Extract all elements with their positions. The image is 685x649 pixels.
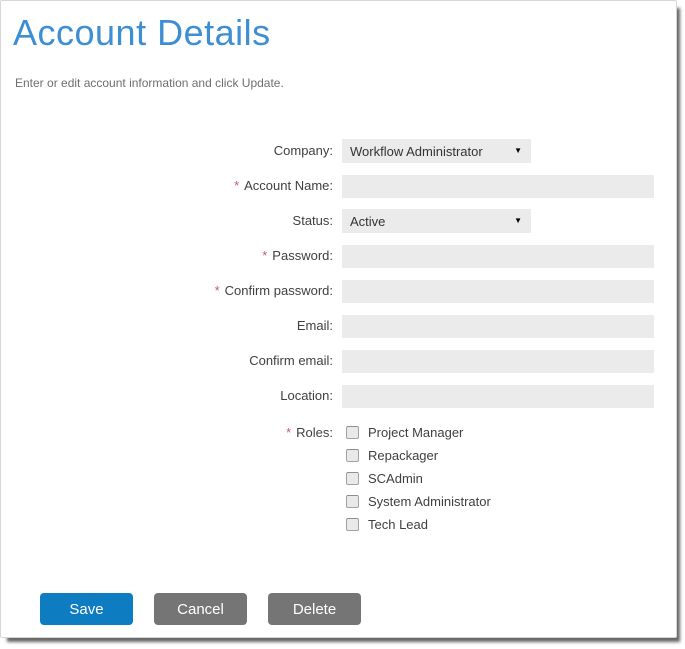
- form-row-status: *Status: Active ▼: [1, 209, 676, 233]
- account-name-label: *Account Name:: [1, 174, 333, 198]
- page-title: Account Details: [13, 11, 676, 54]
- account-form: *Company: Workflow Administrator ▼ *Acco…: [1, 139, 676, 625]
- role-checkbox-tech-lead[interactable]: [346, 518, 359, 531]
- account-details-panel: Account Details Enter or edit account in…: [0, 0, 677, 638]
- cancel-button[interactable]: Cancel: [154, 593, 247, 625]
- button-row: Save Cancel Delete: [40, 593, 676, 625]
- form-row-location: *Location:: [1, 384, 676, 408]
- role-checkbox-repackager[interactable]: [346, 449, 359, 462]
- roles-checkbox-group: Project Manager Repackager SCAdmin Syste…: [342, 421, 491, 539]
- role-checkbox-system-administrator[interactable]: [346, 495, 359, 508]
- email-input[interactable]: [342, 315, 654, 338]
- role-checkbox-scadmin[interactable]: [346, 472, 359, 485]
- form-row-roles: *Roles: Project Manager Repackager SCAdm…: [1, 421, 676, 539]
- confirm-email-input[interactable]: [342, 350, 654, 373]
- page-subtitle: Enter or edit account information and cl…: [15, 76, 676, 91]
- roles-label: *Roles:: [1, 421, 333, 441]
- role-option-tech-lead: Tech Lead: [346, 516, 491, 533]
- status-label: *Status:: [1, 209, 333, 233]
- location-input[interactable]: [342, 385, 654, 408]
- form-row-account-name: *Account Name:: [1, 174, 676, 198]
- role-option-scadmin: SCAdmin: [346, 470, 491, 487]
- account-name-input[interactable]: [342, 175, 654, 198]
- role-option-repackager: Repackager: [346, 447, 491, 464]
- form-row-password: *Password:: [1, 244, 676, 268]
- role-option-system-administrator: System Administrator: [346, 493, 491, 510]
- confirm-password-input[interactable]: [342, 280, 654, 303]
- company-select-value: Workflow Administrator: [350, 144, 483, 159]
- required-marker: *: [262, 248, 267, 263]
- save-button[interactable]: Save: [40, 593, 133, 625]
- form-row-confirm-password: *Confirm password:: [1, 279, 676, 303]
- password-input[interactable]: [342, 245, 654, 268]
- dropdown-arrow-icon: ▼: [514, 217, 522, 225]
- email-label: *Email:: [1, 314, 333, 338]
- form-row-company: *Company: Workflow Administrator ▼: [1, 139, 676, 163]
- required-marker: *: [234, 178, 239, 193]
- form-row-confirm-email: *Confirm email:: [1, 349, 676, 373]
- confirm-email-label: *Confirm email:: [1, 349, 333, 373]
- company-label: *Company:: [1, 139, 333, 163]
- required-marker: *: [215, 283, 220, 298]
- company-select[interactable]: Workflow Administrator ▼: [342, 139, 531, 163]
- status-select-value: Active: [350, 214, 385, 229]
- dropdown-arrow-icon: ▼: [514, 147, 522, 155]
- role-checkbox-project-manager[interactable]: [346, 426, 359, 439]
- location-label: *Location:: [1, 384, 333, 408]
- form-row-email: *Email:: [1, 314, 676, 338]
- role-option-project-manager: Project Manager: [346, 424, 491, 441]
- status-select[interactable]: Active ▼: [342, 209, 531, 233]
- confirm-password-label: *Confirm password:: [1, 279, 333, 303]
- password-label: *Password:: [1, 244, 333, 268]
- required-marker: *: [286, 425, 291, 440]
- delete-button[interactable]: Delete: [268, 593, 361, 625]
